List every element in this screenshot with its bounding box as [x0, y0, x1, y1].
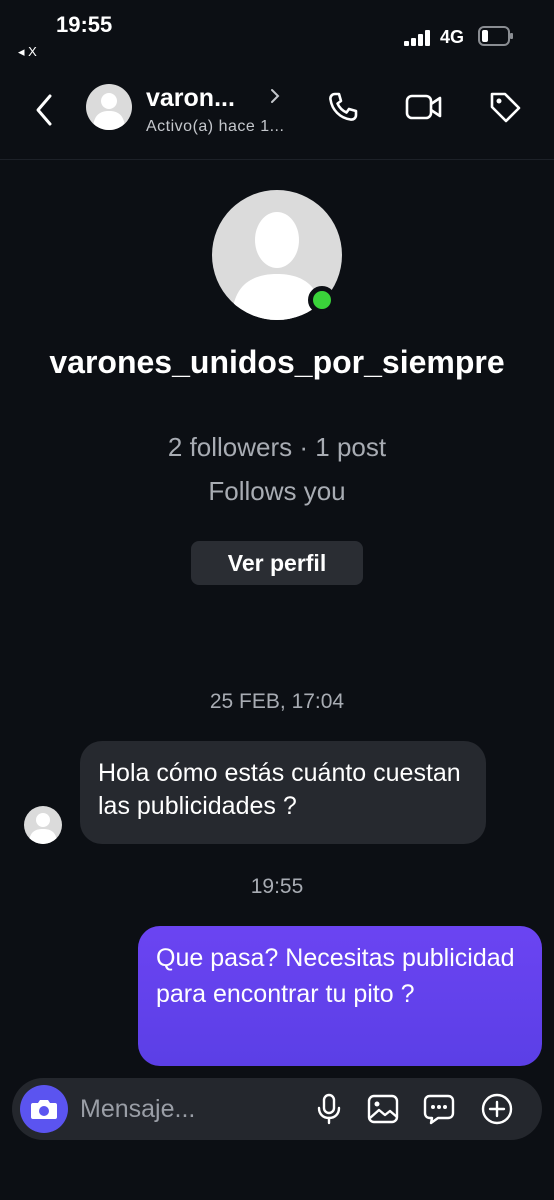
add-icon[interactable] — [480, 1092, 514, 1126]
header-avatar[interactable] — [86, 84, 132, 130]
sticker-chat-icon[interactable] — [422, 1092, 456, 1126]
message-composer — [12, 1078, 542, 1140]
header-username[interactable]: varon... — [146, 84, 235, 113]
message-timestamp: 25 FEB, 17:04 — [209, 690, 345, 713]
outgoing-message-bubble[interactable]: Que pasa? Necesitas publicidad para enco… — [138, 926, 542, 1066]
chevron-right-icon[interactable] — [270, 88, 280, 104]
follows-you-label: Follows you — [208, 476, 346, 506]
microphone-icon[interactable] — [312, 1092, 346, 1126]
network-type: 4G — [440, 27, 465, 47]
image-icon[interactable] — [366, 1092, 400, 1126]
profile-stats: 2 followers · 1 post — [167, 432, 387, 462]
camera-icon — [31, 1100, 57, 1119]
tag-icon[interactable] — [488, 90, 522, 124]
default-avatar-icon — [93, 93, 125, 130]
view-profile-button[interactable]: Ver perfil — [191, 541, 363, 585]
dm-screen: 19:55 ◂ X 4G varon... Activo(a) hace 1..… — [0, 0, 554, 1200]
active-status: Activo(a) hace 1... — [146, 118, 285, 135]
online-status-dot — [308, 286, 336, 314]
back-to-app-link[interactable]: ◂ X — [18, 44, 37, 60]
status-time: 19:55 — [56, 12, 113, 37]
signal-icon — [404, 30, 434, 46]
battery-icon — [478, 26, 513, 46]
message-input[interactable] — [80, 1092, 300, 1126]
back-chevron-icon[interactable] — [30, 92, 60, 128]
message-timestamp: 19:55 — [250, 875, 304, 898]
sender-avatar[interactable] — [24, 806, 62, 844]
incoming-message-bubble[interactable]: Hola cómo estás cuánto cuestan las publi… — [80, 741, 486, 844]
default-avatar-icon — [29, 813, 57, 844]
camera-button[interactable] — [20, 1085, 68, 1133]
video-camera-icon[interactable] — [405, 90, 443, 124]
phone-icon[interactable] — [326, 90, 360, 124]
profile-username: varones_unidos_por_siempre — [49, 344, 505, 380]
chat-header: varon... Activo(a) hace 1... — [0, 70, 554, 160]
